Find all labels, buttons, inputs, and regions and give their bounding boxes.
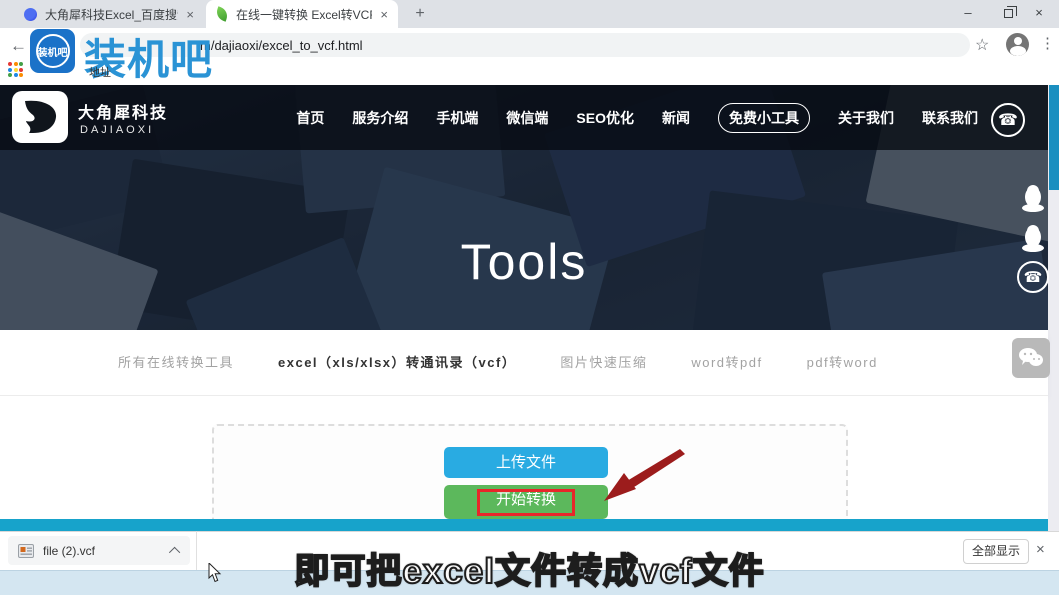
wechat-icon[interactable]	[1012, 338, 1050, 378]
restore-icon	[1004, 9, 1013, 18]
tab-close-icon[interactable]: ×	[380, 7, 388, 22]
nav-free-tools[interactable]: 免费小工具	[718, 103, 810, 133]
rhino-icon	[19, 97, 61, 137]
watermark-sub-text: 地址	[89, 64, 111, 80]
window-close-button[interactable]: ×	[1019, 0, 1059, 28]
upload-file-button[interactable]: 上传文件	[444, 447, 608, 478]
nav-seo[interactable]: SEO优化	[576, 108, 634, 128]
site-brand-sub: DAJIAOXI	[80, 124, 154, 136]
tab-title: 在线一键转换 Excel转VCF — [	[236, 6, 372, 23]
address-url[interactable]: m/dajiaoxi/excel_to_vcf.html	[200, 38, 363, 53]
watermark-grid-icon	[8, 62, 23, 77]
browser-tab-bar: 大角犀科技Excel_百度搜索 × 在线一键转换 Excel转VCF — [ ×…	[0, 0, 1059, 28]
nav-services[interactable]: 服务介绍	[352, 108, 408, 128]
qq-contact-icon-2[interactable]	[1018, 224, 1048, 254]
back-button[interactable]: ←	[10, 36, 27, 56]
nav-news[interactable]: 新闻	[662, 108, 690, 128]
zhuangjiba-logo-text: 装机吧	[36, 34, 70, 68]
leaf-favicon-icon	[214, 6, 229, 21]
qq-contact-icon[interactable]	[1018, 184, 1048, 214]
browser-menu-icon[interactable]: ⋮	[1040, 34, 1055, 52]
progress-bar	[0, 519, 1048, 531]
video-caption: 即可把excel文件转成vcf文件	[0, 543, 1059, 594]
tab-excel-to-vcf[interactable]: 在线一键转换 Excel转VCF — [ ×	[206, 0, 398, 28]
page-title: Tools	[0, 233, 1048, 291]
bookmark-star-icon[interactable]: ☆	[975, 35, 989, 55]
zhuangjiba-logo: 装机吧	[30, 29, 75, 73]
tab-title: 大角犀科技Excel_百度搜索	[45, 6, 178, 23]
subnav-excel-to-vcf[interactable]: excel（xls/xlsx）转通讯录（vcf）	[278, 352, 516, 371]
profile-avatar[interactable]	[1006, 33, 1029, 56]
window-minimize-button[interactable]: –	[948, 0, 988, 28]
page-scrollbar-thumb[interactable]	[1049, 85, 1059, 190]
subnav-pdf-to-word[interactable]: pdf转word	[807, 352, 878, 371]
subnav-all-tools[interactable]: 所有在线转换工具	[118, 352, 234, 371]
annotation-highlight-box	[477, 489, 575, 516]
subnav-word-to-pdf[interactable]: word转pdf	[691, 352, 762, 371]
header-phone-icon[interactable]: ☎	[991, 103, 1025, 137]
tools-subnav: 所有在线转换工具 excel（xls/xlsx）转通讯录（vcf） 图片快速压缩…	[118, 352, 878, 371]
screen: 大角犀科技Excel_百度搜索 × 在线一键转换 Excel转VCF — [ ×…	[0, 0, 1059, 595]
annotation-arrow	[596, 443, 686, 514]
tab-baidu-search[interactable]: 大角犀科技Excel_百度搜索 ×	[14, 0, 204, 28]
dajiaoxi-logo[interactable]	[12, 91, 68, 143]
site-brand-name[interactable]: 大角犀科技	[78, 99, 168, 123]
baidu-favicon-icon	[24, 8, 37, 21]
subnav-image-compress[interactable]: 图片快速压缩	[560, 352, 647, 371]
nav-mobile[interactable]: 手机端	[436, 108, 478, 128]
nav-wechat[interactable]: 微信端	[506, 108, 548, 128]
nav-home[interactable]: 首页	[296, 108, 324, 128]
new-tab-button[interactable]: +	[410, 4, 430, 24]
nav-contact[interactable]: 联系我们	[922, 108, 978, 128]
mouse-cursor	[208, 563, 222, 588]
nav-about[interactable]: 关于我们	[838, 108, 894, 128]
sidebar-phone-icon[interactable]: ☎	[1017, 261, 1049, 293]
tab-close-icon[interactable]: ×	[186, 7, 194, 22]
site-nav: 首页 服务介绍 手机端 微信端 SEO优化 新闻 免费小工具 关于我们 联系我们	[300, 102, 978, 134]
